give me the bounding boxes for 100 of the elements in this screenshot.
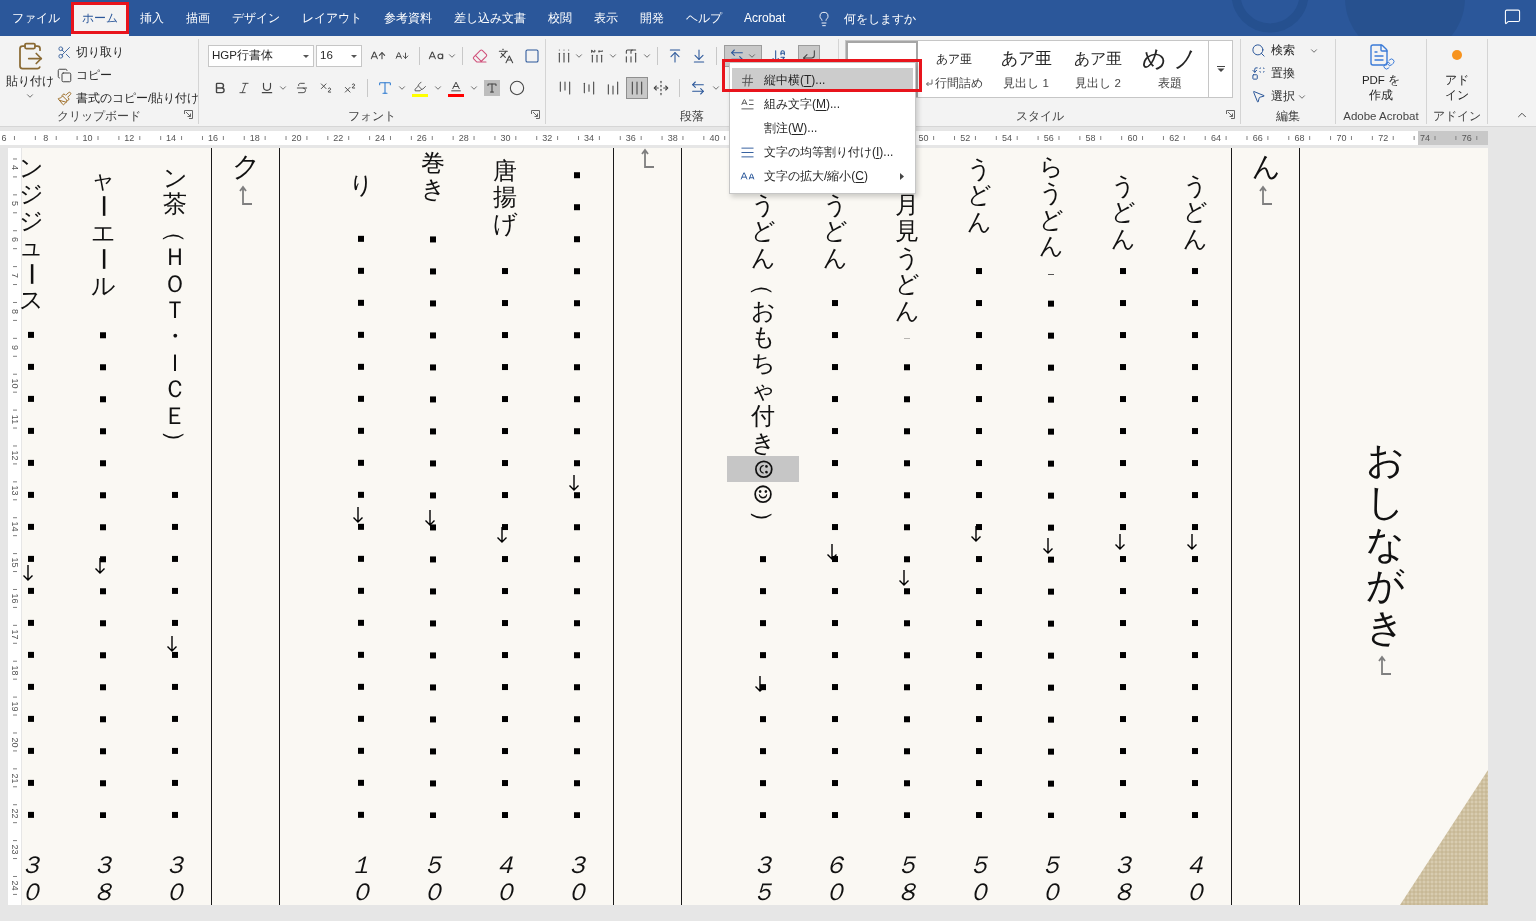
font-size-field[interactable]: 16 [316,45,362,67]
menu-item-name: らうどん [1039,154,1063,260]
ruler-number: 22 [10,808,19,819]
ribbon-tab[interactable]: 校閲 [537,2,583,36]
tell-me-field[interactable]: 何をしますか [844,9,929,28]
ribbon-tab[interactable]: 開発 [629,2,675,36]
ruler-number: 26 [416,132,427,145]
copy-button[interactable]: コピー [57,64,200,87]
bold-icon[interactable] [213,81,227,95]
italic-icon[interactable] [237,81,251,95]
caret-icon[interactable] [303,54,309,58]
create-pdf-button[interactable]: PDF を作成 [1336,39,1426,103]
style-item[interactable]: あア亜 見出し 2 [1062,41,1134,97]
eraser-icon[interactable] [472,48,488,64]
style-item[interactable]: あア亜 行間詰め [918,41,990,97]
document-link-icon [1367,42,1395,70]
ribbon-tab[interactable]: ファイル [1,2,71,36]
ruler-number: 9 [10,344,19,350]
font-name-field[interactable]: HGP行書体 [208,45,314,67]
replace-button[interactable]: 置換 [1251,62,1335,85]
tab-mark-icon [94,556,106,575]
ruler-number: 12 [10,450,19,461]
ruler-number: 15 [10,557,19,568]
group-label: フォント [348,109,396,124]
superscript-icon[interactable] [343,81,357,95]
ruler-number: 70 [1336,132,1347,145]
subscript-icon[interactable] [319,81,333,95]
ruler-number: 16 [10,593,19,604]
shaded-letter-icon[interactable] [484,80,500,96]
menu-item[interactable]: 縦中横(T)... [732,68,913,92]
ribbon-tab[interactable]: 参考資料 [373,2,443,36]
numbered-list-icon[interactable] [589,48,605,64]
ribbon-tab[interactable]: 差し込み文書 [443,2,537,36]
dialog-launcher-icon[interactable] [184,110,193,119]
ribbon-tab[interactable]: デザイン [221,2,291,36]
languages-icon[interactable] [498,48,514,64]
group-label: 段落 [680,109,704,124]
group-label: スタイル [1015,109,1064,124]
list-tree-icon[interactable] [623,48,639,64]
section-heading: ク [231,152,260,183]
list-icon[interactable] [556,48,572,64]
letter-t-icon[interactable] [377,80,393,96]
ribbon-tab[interactable]: レイアウト [291,2,373,36]
ribbon-tab[interactable]: ヘルプ [675,2,733,36]
paragraph-mark-icon [238,184,253,205]
tab-mark-icon [424,508,436,527]
menu-item[interactable]: 文字の均等割り付け(I)... [732,140,913,164]
ribbon-tab[interactable]: 挿入 [129,2,175,36]
group-label: 編集 [1276,109,1300,124]
select-button[interactable]: 選択 [1251,85,1335,108]
menu-item-price: ３０ [163,852,187,905]
letter-text-icon [739,96,755,112]
caret-icon[interactable] [351,54,357,58]
ruler-number: 64 [1211,132,1221,145]
menu-item[interactable]: 割注(W)... [732,116,913,140]
menu-item-price: ５８ [895,852,919,905]
format-painter-button[interactable]: 書式のコピー/貼り付け [57,87,200,110]
menu-item[interactable]: 文字の拡大/縮小(C) [732,164,913,188]
menu-item-name: うどん [1111,173,1135,253]
paste-button[interactable]: 貼り付け [6,41,54,110]
highlighter-icon[interactable] [412,79,428,97]
ribbon-tab[interactable]: ホーム [71,2,129,36]
cut-button[interactable]: 切り取り [57,41,200,64]
dialog-launcher-icon[interactable] [531,110,540,119]
find-button[interactable]: 検索 [1251,39,1335,62]
ruler-number: 40 [709,132,720,145]
comment-icon[interactable] [1504,8,1521,25]
tab-mark-icon [166,634,178,653]
ruler-number: 60 [1127,132,1138,145]
tab-mark-icon [754,674,766,693]
ruler-number: 52 [960,132,971,145]
menu-item[interactable]: 組み文字(M)... [732,92,913,116]
underline-icon[interactable] [260,81,274,95]
arrow-up-to-line-icon[interactable] [667,48,683,64]
line-spacing-icon[interactable] [690,80,706,96]
paragraph-mark-icon [1258,184,1273,205]
ribbon-tab[interactable]: 表示 [583,2,629,36]
replace-icon [1251,66,1266,81]
ruler-number: 20 [10,737,19,748]
pointer-icon [1251,89,1266,104]
font-color-icon[interactable] [448,79,464,97]
paragraph-mark-icon [1378,655,1392,675]
dialog-launcher-icon[interactable] [1226,110,1235,119]
tab-mark-icon [1186,533,1198,552]
ribbon-tab[interactable]: Acrobat [733,2,797,36]
style-item[interactable]: め ノ 表題 [1134,41,1206,97]
tab-mark-icon [22,563,34,582]
scissors-icon [57,45,72,60]
ribbon-tab[interactable]: 描画 [175,2,221,36]
copy-icon [57,68,72,83]
add-ins-button[interactable]: アドイン [1427,39,1487,103]
paragraph-mark-icon [640,148,655,168]
ruler-number: 76 [1461,132,1472,145]
hash-icon [739,72,755,88]
arrow-down-to-line-icon[interactable] [691,48,707,64]
menu-item-price: ５０ [421,852,445,905]
strikethrough-icon[interactable] [295,81,309,95]
circle-icon[interactable] [509,80,525,96]
style-item[interactable]: あア亜 見出し 1 [990,41,1062,97]
ruler-number: 7 [10,273,19,279]
